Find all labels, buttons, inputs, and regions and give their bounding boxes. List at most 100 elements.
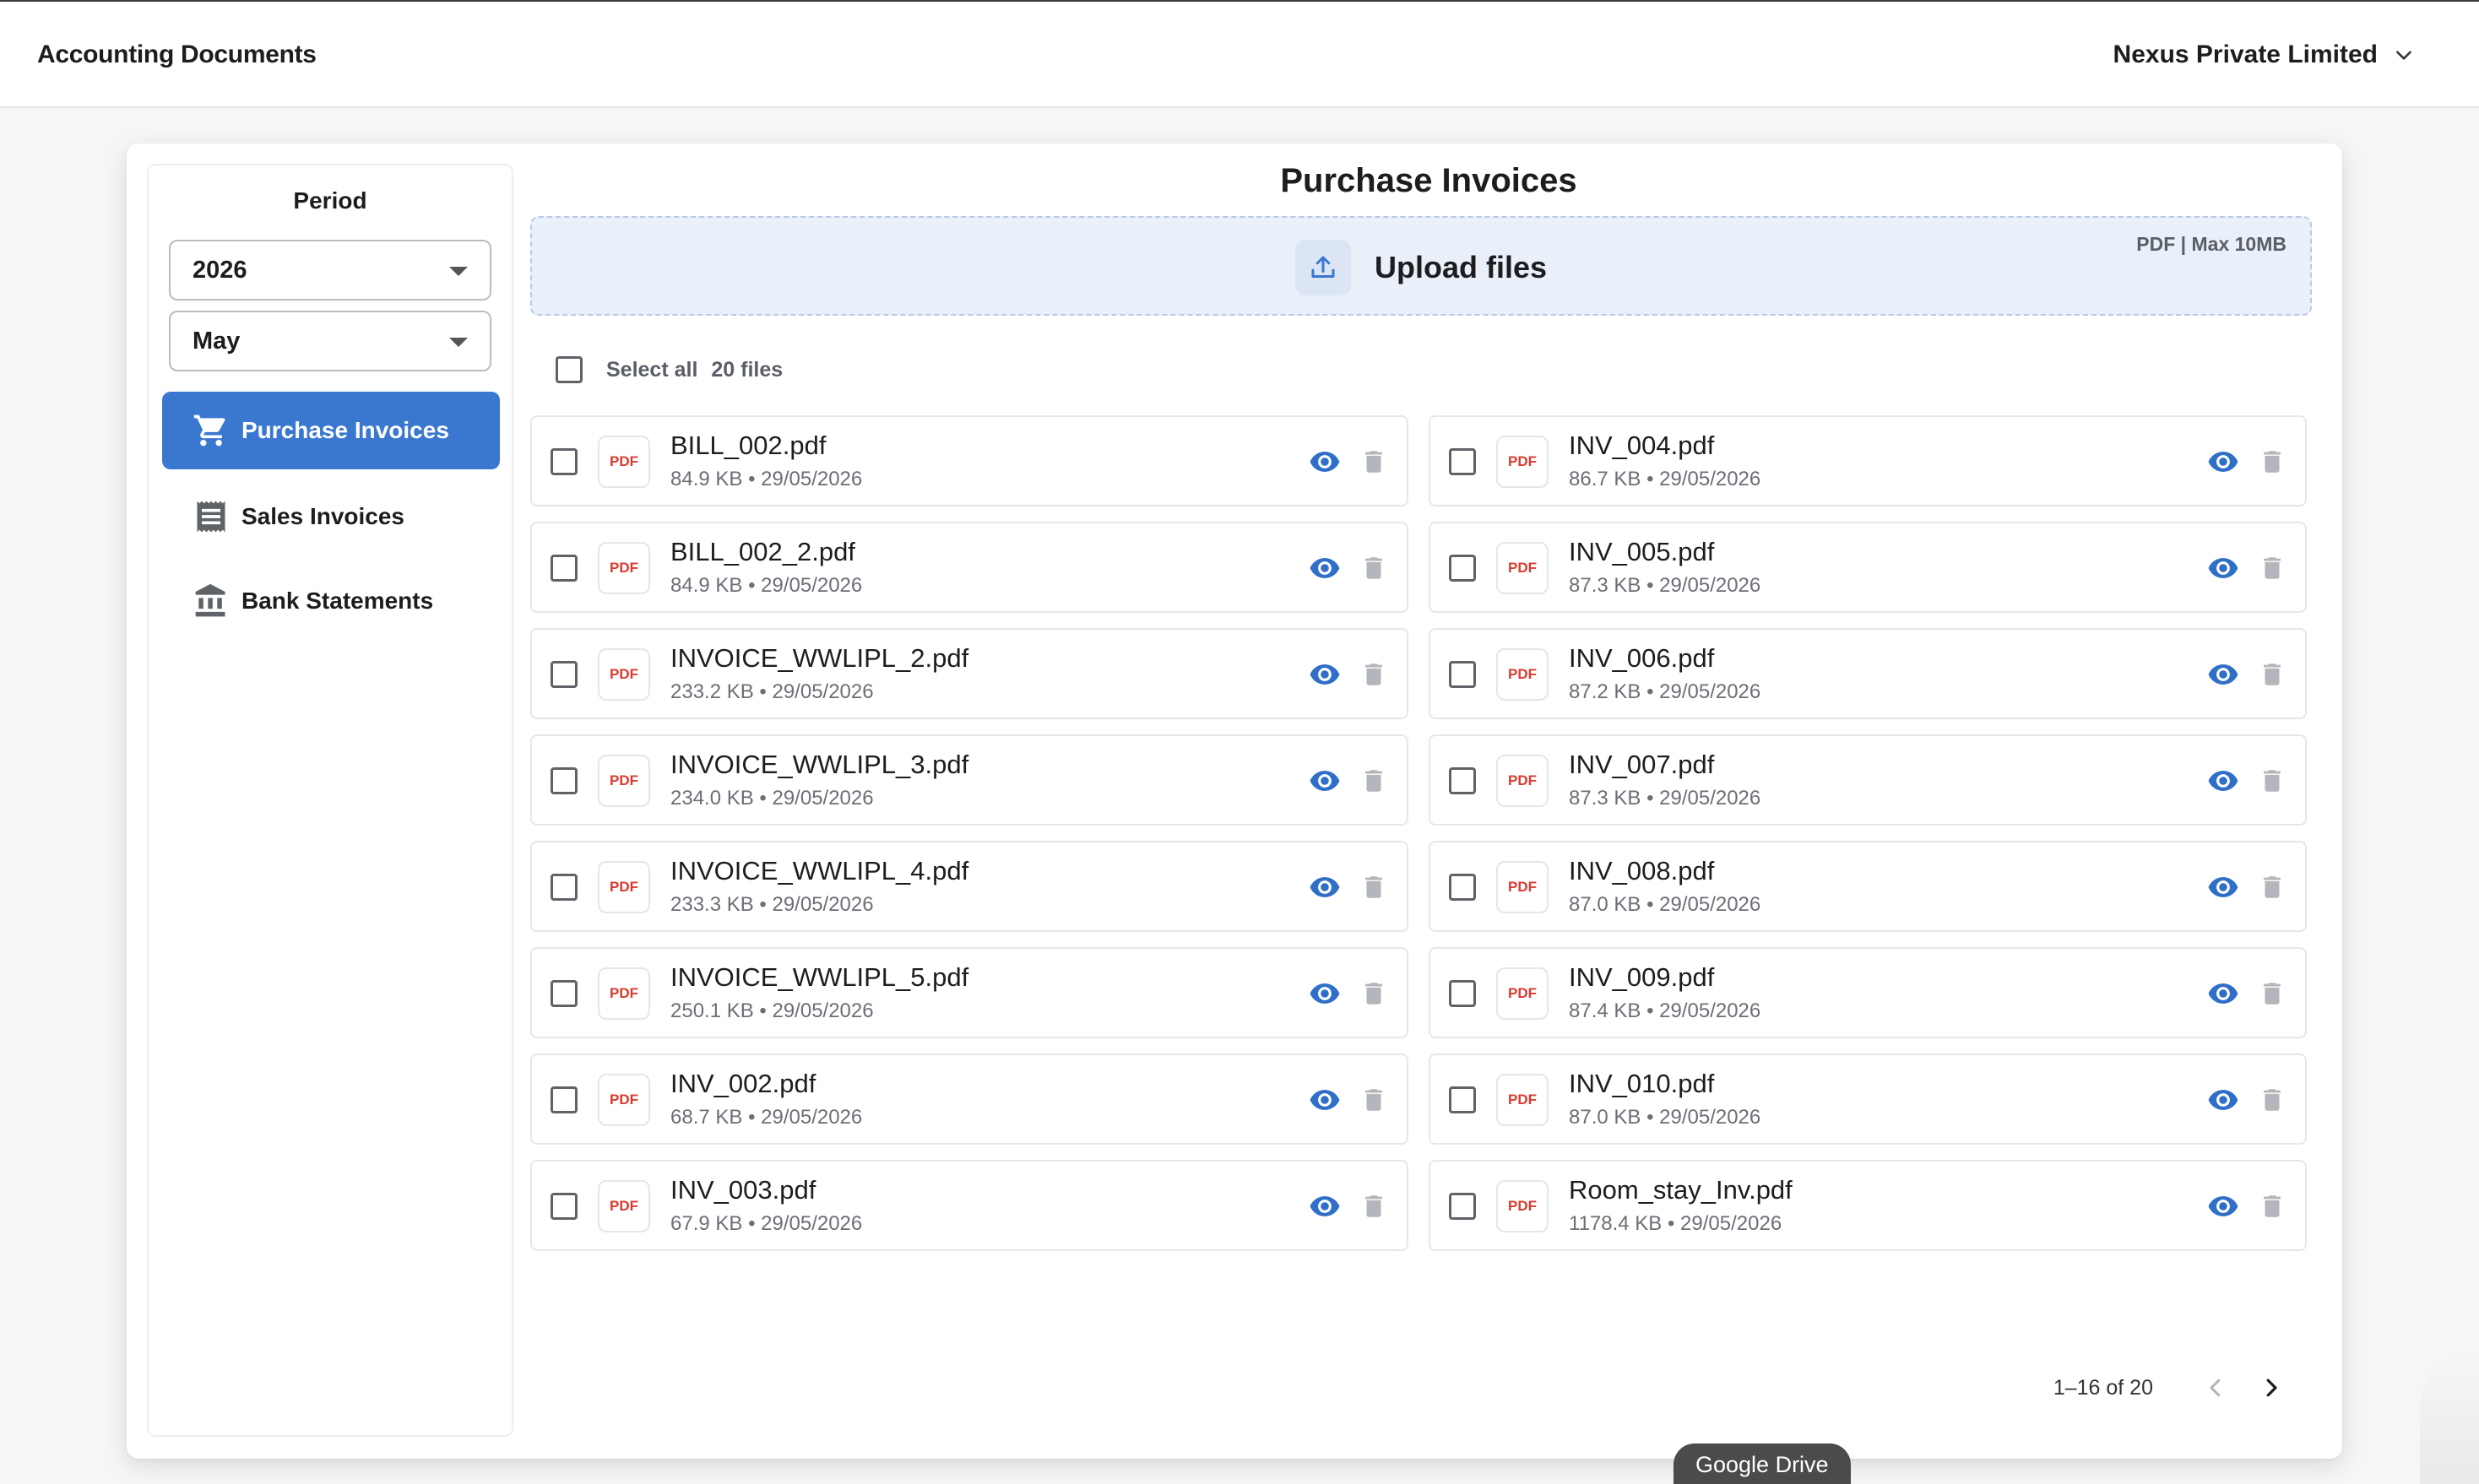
eye-icon[interactable] [2207,552,2239,584]
file-meta: 233.3 KB • 29/05/2026 [670,893,874,916]
pagination: 1–16 of 20 [2053,1369,2290,1406]
file-meta: 84.9 KB • 29/05/2026 [670,468,863,490]
file-name: INV_004.pdf [1569,431,1715,460]
select-all-checkbox[interactable] [556,356,583,383]
file-card[interactable]: PDF INV_004.pdf 86.7 KB • 29/05/2026 [1429,415,2307,506]
file-card[interactable]: PDF BILL_002_2.pdf 84.9 KB • 29/05/2026 [530,522,1408,613]
file-checkbox[interactable] [551,448,578,475]
trash-icon[interactable] [2258,1190,2286,1222]
eye-icon[interactable] [2207,446,2239,478]
file-card[interactable]: PDF INV_008.pdf 87.0 KB • 29/05/2026 [1429,841,2307,932]
pdf-file-icon: PDF [598,1074,650,1126]
file-card[interactable]: PDF INVOICE_WWLIPL_5.pdf 250.1 KB • 29/05/… [530,947,1408,1038]
trash-icon[interactable] [2258,978,2286,1010]
trash-icon[interactable] [1359,978,1388,1010]
file-meta: 86.7 KB • 29/05/2026 [1569,468,1761,490]
file-checkbox[interactable] [551,767,578,794]
file-card[interactable]: PDF INV_009.pdf 87.4 KB • 29/05/2026 [1429,947,2307,1038]
file-meta: 250.1 KB • 29/05/2026 [670,999,874,1022]
file-card[interactable]: PDF INV_007.pdf 87.3 KB • 29/05/2026 [1429,734,2307,826]
trash-icon[interactable] [2258,1084,2286,1116]
trash-icon[interactable] [2258,552,2286,584]
file-checkbox[interactable] [1449,448,1476,475]
trash-icon[interactable] [2258,446,2286,478]
file-checkbox[interactable] [551,1086,578,1113]
file-checkbox[interactable] [1449,980,1476,1007]
eye-icon[interactable] [1309,765,1341,797]
eye-icon[interactable] [2207,978,2239,1010]
eye-icon[interactable] [2207,1190,2239,1222]
file-checkbox[interactable] [1449,767,1476,794]
bank-icon [195,583,225,617]
next-page-button[interactable] [2253,1369,2290,1406]
month-select[interactable]: May [169,311,491,371]
file-checkbox[interactable] [551,874,578,901]
trash-icon[interactable] [1359,765,1388,797]
file-checkbox[interactable] [1449,1086,1476,1113]
file-checkbox[interactable] [1449,661,1476,688]
file-card[interactable]: PDF INV_002.pdf 68.7 KB • 29/05/2026 [530,1053,1408,1145]
eye-icon[interactable] [1309,552,1341,584]
file-name: INVOICE_WWLIPL_5.pdf [670,962,969,992]
sidebar-item-bank-statements[interactable]: Bank Statements [162,562,500,640]
year-select[interactable]: 2026 [169,240,491,301]
pdf-file-icon: PDF [598,648,650,701]
file-card[interactable]: PDF INV_005.pdf 87.3 KB • 29/05/2026 [1429,522,2307,613]
trash-icon[interactable] [1359,552,1388,584]
eye-icon[interactable] [2207,765,2239,797]
pdf-file-icon: PDF [1496,967,1549,1020]
file-card[interactable]: PDF Room_stay_Inv.pdf 1178.4 KB • 29/05/20… [1429,1160,2307,1251]
eye-icon[interactable] [1309,1190,1341,1222]
page-title: Purchase Invoices [1280,162,1577,199]
file-meta: 234.0 KB • 29/05/2026 [670,787,874,810]
previous-page-button[interactable] [2197,1369,2234,1406]
trash-icon[interactable] [2258,658,2286,691]
upload-dropzone[interactable]: Upload files PDF | Max 10MB [530,216,2312,316]
pdf-file-icon: PDF [1496,1074,1549,1126]
sidebar-item-sales-invoices[interactable]: Sales Invoices [162,478,500,555]
file-name: INV_010.pdf [1569,1069,1715,1098]
file-name: INV_006.pdf [1569,643,1715,673]
eye-icon[interactable] [1309,978,1341,1010]
file-name: INV_005.pdf [1569,537,1715,566]
sidebar-item-purchase-invoices[interactable]: Purchase Invoices [162,392,500,469]
file-name: BILL_002_2.pdf [670,537,855,566]
file-checkbox[interactable] [551,555,578,582]
eye-icon[interactable] [2207,871,2239,903]
eye-icon[interactable] [1309,446,1341,478]
eye-icon[interactable] [1309,871,1341,903]
pdf-file-icon: PDF [598,1180,650,1232]
file-card[interactable]: PDF INV_003.pdf 67.9 KB • 29/05/2026 [530,1160,1408,1251]
file-checkbox[interactable] [551,980,578,1007]
file-checkbox[interactable] [1449,874,1476,901]
file-card[interactable]: PDF INV_010.pdf 87.0 KB • 29/05/2026 [1429,1053,2307,1145]
file-meta: 87.4 KB • 29/05/2026 [1569,999,1761,1022]
eye-icon[interactable] [1309,658,1341,691]
sidebar-item-label: Bank Statements [241,588,434,614]
trash-icon[interactable] [1359,1190,1388,1222]
file-card[interactable]: PDF INVOICE_WWLIPL_2.pdf 233.2 KB • 29/05/… [530,628,1408,719]
file-count: 20 files [711,357,784,382]
month-value: May [193,327,241,355]
file-card[interactable]: PDF INV_006.pdf 87.2 KB • 29/05/2026 [1429,628,2307,719]
eye-icon[interactable] [2207,658,2239,691]
file-checkbox[interactable] [551,1193,578,1220]
trash-icon[interactable] [1359,658,1388,691]
file-card[interactable]: PDF INVOICE_WWLIPL_4.pdf 233.3 KB • 29/05/… [530,841,1408,932]
file-meta: 233.2 KB • 29/05/2026 [670,680,874,703]
file-checkbox[interactable] [1449,1193,1476,1220]
trash-icon[interactable] [1359,871,1388,903]
file-card[interactable]: PDF INVOICE_WWLIPL_3.pdf 234.0 KB • 29/05/… [530,734,1408,826]
eye-icon[interactable] [2207,1084,2239,1116]
file-card[interactable]: PDF BILL_002.pdf 84.9 KB • 29/05/2026 [530,415,1408,506]
trash-icon[interactable] [2258,871,2286,903]
company-switcher[interactable]: Nexus Private Limited [2113,41,2415,69]
eye-icon[interactable] [1309,1084,1341,1116]
pdf-file-icon: PDF [598,967,650,1020]
file-checkbox[interactable] [1449,555,1476,582]
trash-icon[interactable] [1359,1084,1388,1116]
trash-icon[interactable] [1359,446,1388,478]
file-checkbox[interactable] [551,661,578,688]
trash-icon[interactable] [2258,765,2286,797]
window-corner-shadow [2420,1349,2479,1484]
